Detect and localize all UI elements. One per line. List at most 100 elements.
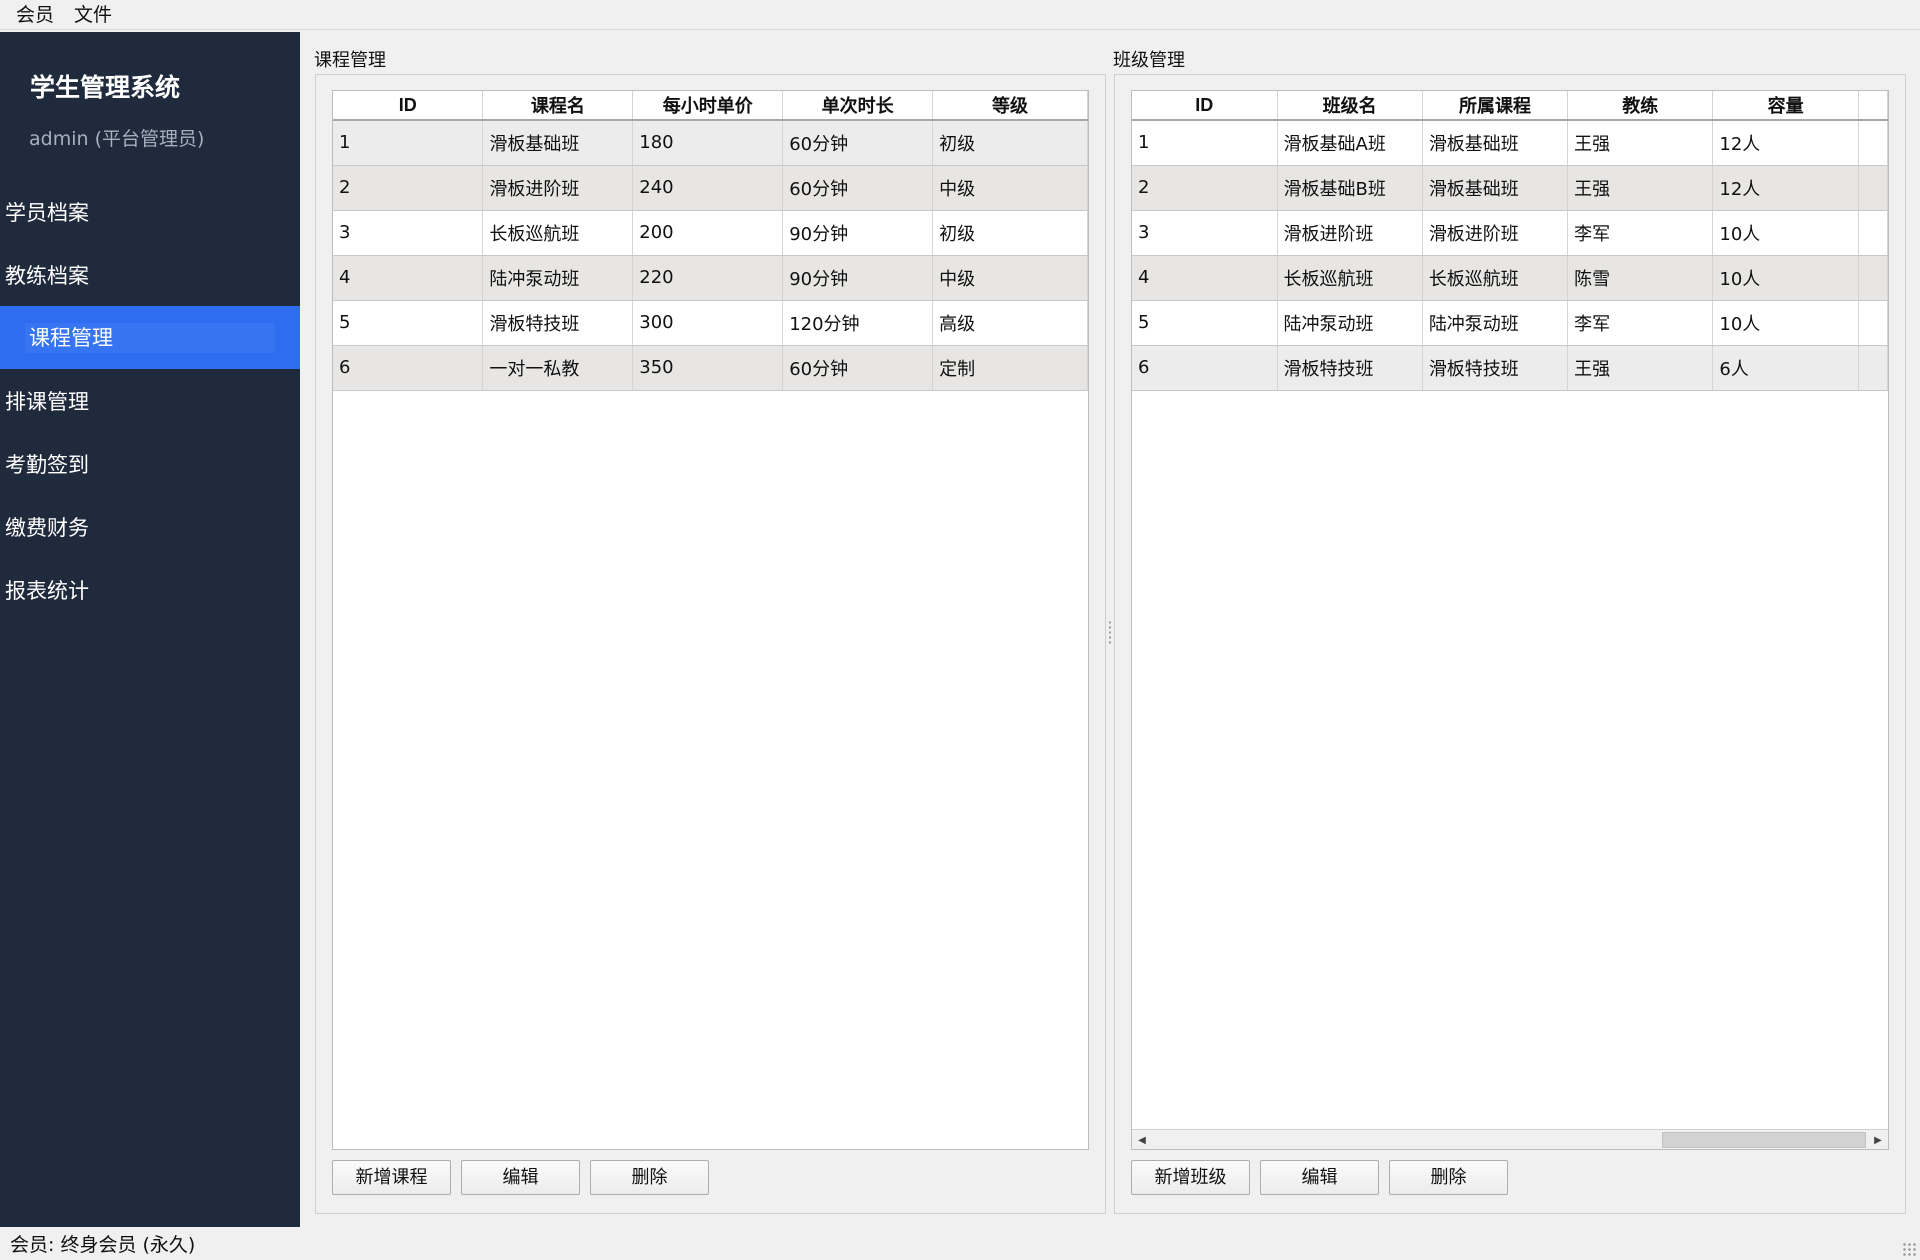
table-cell[interactable]: 3 — [333, 210, 484, 256]
table-cell[interactable]: 6 — [333, 345, 484, 391]
table-cell[interactable]: 定制 — [932, 345, 1088, 391]
table-row[interactable]: 3 长板巡航班 200 90分钟 初级 — [333, 210, 1088, 256]
table-row[interactable]: 1 滑板基础A班 滑板基础班 王强 12人 — [1132, 120, 1888, 166]
sidebar-item-course-management[interactable]: 课程管理 — [0, 306, 300, 369]
table-cell[interactable] — [1858, 120, 1888, 166]
table-cell[interactable]: 1 — [1132, 120, 1278, 166]
column-header-level[interactable]: 等级 — [932, 91, 1088, 121]
table-cell[interactable]: 李军 — [1567, 300, 1714, 346]
column-header-course-name[interactable]: 课程名 — [482, 91, 634, 121]
table-cell[interactable] — [1858, 210, 1888, 256]
resize-grip-icon[interactable] — [1902, 1242, 1916, 1256]
table-cell[interactable]: 200 — [632, 210, 784, 256]
delete-course-button[interactable]: 删除 — [590, 1160, 709, 1195]
table-cell[interactable]: 滑板基础班 — [1422, 165, 1569, 211]
table-cell[interactable]: 王强 — [1567, 345, 1714, 391]
menu-file[interactable]: 文件 — [64, 1, 122, 29]
table-cell[interactable]: 90分钟 — [782, 210, 934, 256]
sidebar-item-attendance[interactable]: 考勤签到 — [0, 432, 300, 495]
table-row[interactable]: 2 滑板基础B班 滑板基础班 王强 12人 — [1132, 165, 1888, 211]
table-cell[interactable]: 王强 — [1567, 120, 1714, 166]
table-row[interactable]: 4 长板巡航班 长板巡航班 陈雪 10人 — [1132, 255, 1888, 301]
table-cell[interactable]: 王强 — [1567, 165, 1714, 211]
table-cell[interactable]: 60分钟 — [782, 165, 934, 211]
scroll-right-icon[interactable]: ▶ — [1868, 1130, 1888, 1149]
table-cell[interactable]: 滑板特技班 — [482, 300, 634, 346]
scroll-left-icon[interactable]: ◀ — [1132, 1130, 1152, 1149]
table-cell[interactable]: 350 — [632, 345, 784, 391]
table-cell[interactable]: 滑板基础班 — [1422, 120, 1569, 166]
column-header-coach[interactable]: 教练 — [1567, 91, 1714, 121]
table-cell[interactable]: 3 — [1132, 210, 1278, 256]
table-row[interactable]: 4 陆冲泵动班 220 90分钟 中级 — [333, 255, 1088, 301]
table-cell[interactable]: 12人 — [1712, 120, 1859, 166]
column-header-duration[interactable]: 单次时长 — [782, 91, 934, 121]
add-course-button[interactable]: 新增课程 — [332, 1160, 451, 1195]
table-cell[interactable]: 1 — [333, 120, 484, 166]
table-cell[interactable]: 陆冲泵动班 — [1422, 300, 1569, 346]
table-cell[interactable]: 滑板特技班 — [1277, 345, 1423, 391]
sidebar-item-payments[interactable]: 缴费财务 — [0, 495, 300, 558]
table-row[interactable]: 6 滑板特技班 滑板特技班 王强 6人 — [1132, 345, 1888, 391]
table-cell[interactable]: 5 — [333, 300, 484, 346]
table-row[interactable]: 5 陆冲泵动班 陆冲泵动班 李军 10人 — [1132, 300, 1888, 346]
table-cell[interactable]: 长板巡航班 — [1277, 255, 1423, 301]
splitter-handle[interactable] — [1108, 620, 1112, 646]
table-cell[interactable] — [1858, 345, 1888, 391]
scrollbar-thumb[interactable] — [1662, 1132, 1866, 1148]
table-cell[interactable]: 滑板基础班 — [482, 120, 634, 166]
table-cell[interactable]: 陆冲泵动班 — [1277, 300, 1423, 346]
table-cell[interactable]: 2 — [1132, 165, 1278, 211]
table-cell[interactable]: 90分钟 — [782, 255, 934, 301]
table-cell[interactable] — [1858, 300, 1888, 346]
table-cell[interactable]: 长板巡航班 — [482, 210, 634, 256]
column-header-hourly-price[interactable]: 每小时单价 — [632, 91, 784, 121]
table-cell[interactable]: 6人 — [1712, 345, 1859, 391]
delete-class-button[interactable]: 删除 — [1389, 1160, 1508, 1195]
sidebar-item-scheduling[interactable]: 排课管理 — [0, 369, 300, 432]
table-cell[interactable] — [1858, 165, 1888, 211]
edit-class-button[interactable]: 编辑 — [1260, 1160, 1379, 1195]
table-cell[interactable]: 滑板基础B班 — [1277, 165, 1423, 211]
table-cell[interactable]: 滑板进阶班 — [482, 165, 634, 211]
table-cell[interactable]: 初级 — [932, 120, 1088, 166]
table-row[interactable]: 1 滑板基础班 180 60分钟 初级 — [333, 120, 1088, 166]
table-cell[interactable]: 滑板基础A班 — [1277, 120, 1423, 166]
table-cell[interactable]: 4 — [1132, 255, 1278, 301]
table-cell[interactable]: 中级 — [932, 165, 1088, 211]
table-cell[interactable]: 滑板进阶班 — [1422, 210, 1569, 256]
table-cell[interactable]: 中级 — [932, 255, 1088, 301]
table-cell[interactable]: 300 — [632, 300, 784, 346]
table-cell[interactable]: 高级 — [932, 300, 1088, 346]
table-cell[interactable]: 初级 — [932, 210, 1088, 256]
table-row[interactable]: 6 一对一私教 350 60分钟 定制 — [333, 345, 1088, 391]
edit-course-button[interactable]: 编辑 — [461, 1160, 580, 1195]
table-cell[interactable]: 220 — [632, 255, 784, 301]
menu-member[interactable]: 会员 — [6, 1, 64, 29]
table-row[interactable]: 5 滑板特技班 300 120分钟 高级 — [333, 300, 1088, 346]
table-cell[interactable]: 60分钟 — [782, 345, 934, 391]
sidebar-item-student-records[interactable]: 学员档案 — [0, 180, 300, 243]
table-row[interactable]: 3 滑板进阶班 滑板进阶班 李军 10人 — [1132, 210, 1888, 256]
column-header-id[interactable]: ID — [1132, 91, 1278, 121]
table-cell[interactable]: 120分钟 — [782, 300, 934, 346]
table-cell[interactable] — [1858, 255, 1888, 301]
table-cell[interactable]: 陆冲泵动班 — [482, 255, 634, 301]
table-cell[interactable]: 陈雪 — [1567, 255, 1714, 301]
table-cell[interactable]: 滑板特技班 — [1422, 345, 1569, 391]
table-cell[interactable]: 长板巡航班 — [1422, 255, 1569, 301]
column-header-class-name[interactable]: 班级名 — [1277, 91, 1423, 121]
table-cell[interactable]: 5 — [1132, 300, 1278, 346]
column-header-id[interactable]: ID — [333, 91, 484, 121]
table-cell[interactable]: 10人 — [1712, 255, 1859, 301]
table-cell[interactable]: 180 — [632, 120, 784, 166]
table-cell[interactable]: 滑板进阶班 — [1277, 210, 1423, 256]
sidebar-item-reports[interactable]: 报表统计 — [0, 558, 300, 621]
table-cell[interactable]: 60分钟 — [782, 120, 934, 166]
table-cell[interactable]: 10人 — [1712, 300, 1859, 346]
table-cell[interactable]: 一对一私教 — [482, 345, 634, 391]
table-cell[interactable]: 4 — [333, 255, 484, 301]
add-class-button[interactable]: 新增班级 — [1131, 1160, 1250, 1195]
table-cell[interactable]: 李军 — [1567, 210, 1714, 256]
table-cell[interactable]: 2 — [333, 165, 484, 211]
